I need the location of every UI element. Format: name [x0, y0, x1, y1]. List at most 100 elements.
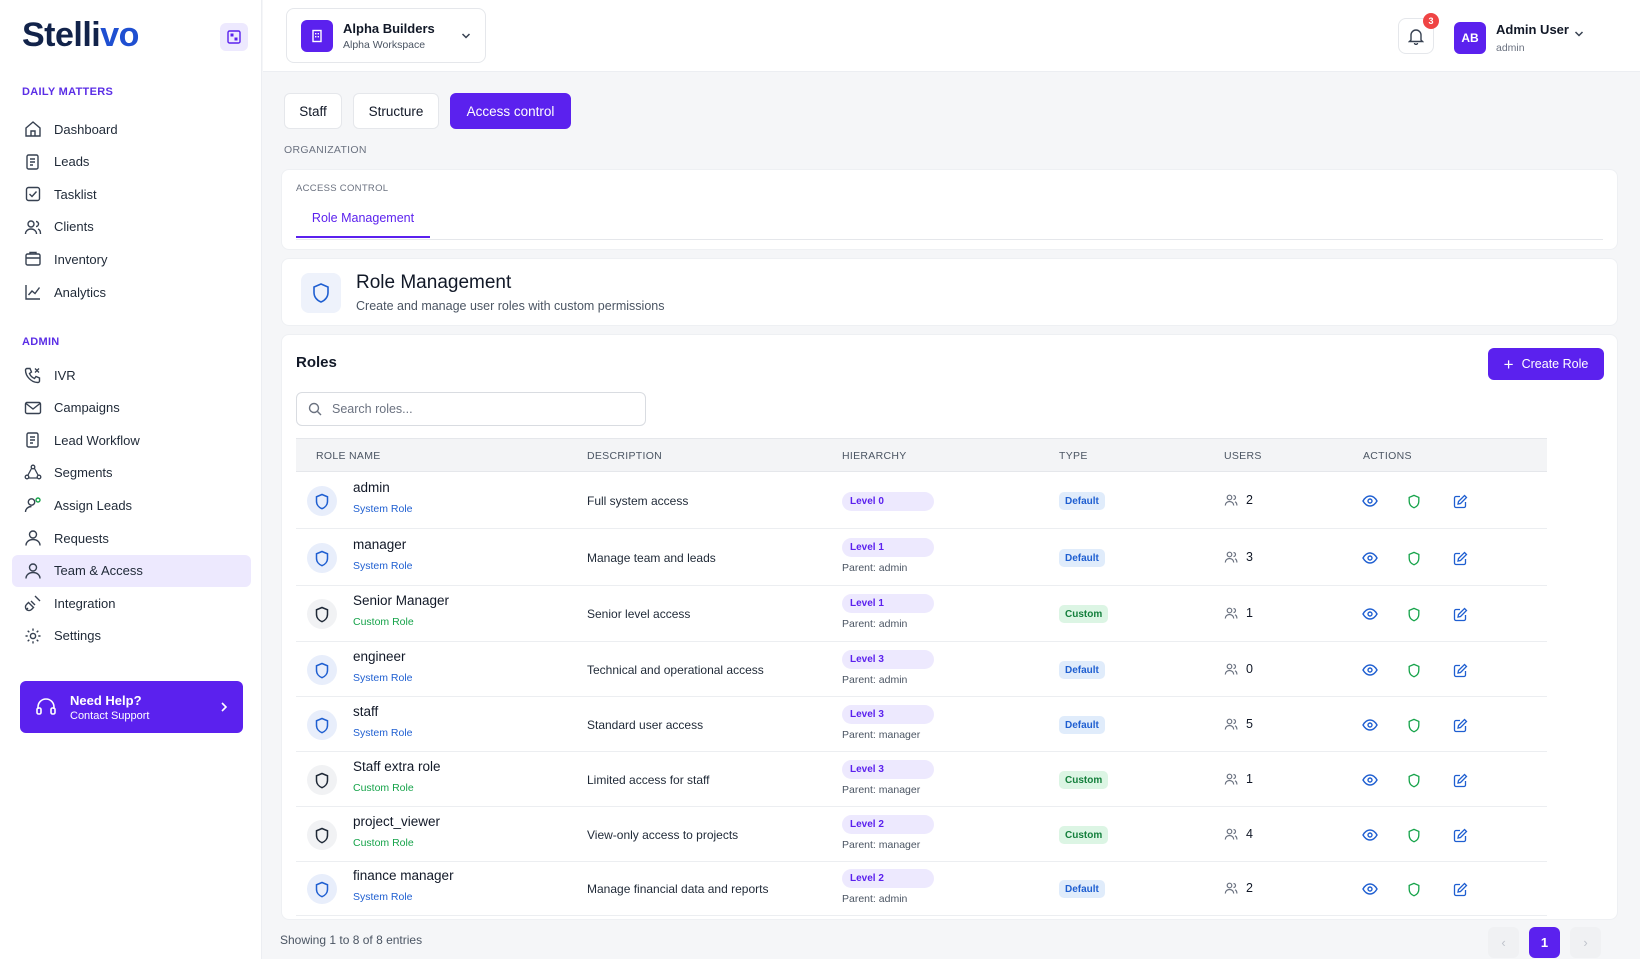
table-row: project_viewer Custom Role View-only acces…	[296, 807, 1547, 862]
edit-role-button[interactable]	[1451, 605, 1469, 623]
sidebar-item-ivr[interactable]: IVR	[12, 359, 251, 391]
user-count: 2	[1224, 881, 1253, 895]
shield-icon	[1408, 773, 1420, 788]
pagination-next-button[interactable]: ›	[1570, 927, 1601, 958]
sidebar-item-tasklist[interactable]: Tasklist	[12, 178, 251, 210]
role-kind: Custom Role	[353, 616, 414, 628]
edit-role-button[interactable]	[1451, 492, 1469, 510]
shield-icon	[307, 655, 337, 685]
permissions-button[interactable]	[1405, 661, 1423, 679]
role-name[interactable]: admin	[353, 480, 390, 495]
table-row: engineer System Role Technical and operati…	[296, 642, 1547, 697]
tab-access-control[interactable]: Access control	[450, 93, 571, 129]
view-role-button[interactable]	[1361, 605, 1379, 623]
sidebar-item-team-and-access[interactable]: Team & Access	[12, 554, 251, 587]
tab-structure[interactable]: Structure	[353, 93, 439, 129]
view-role-button[interactable]	[1361, 492, 1379, 510]
chart-line-icon	[24, 283, 42, 301]
sidebar-item-analytics[interactable]: Analytics	[12, 276, 251, 308]
pagination-page-1[interactable]: 1	[1529, 927, 1560, 958]
sidebar-item-label: Assign Leads	[54, 497, 133, 513]
view-role-button[interactable]	[1361, 771, 1379, 789]
view-role-button[interactable]	[1361, 880, 1379, 898]
role-kind: System Role	[353, 503, 413, 515]
role-management-header: Role Management Create and manage user r…	[281, 258, 1618, 326]
sidebar-item-inventory[interactable]: Inventory	[12, 243, 251, 275]
edit-role-button[interactable]	[1451, 661, 1469, 679]
brand-logo[interactable]: Stellivo	[22, 16, 139, 55]
permissions-button[interactable]	[1405, 605, 1423, 623]
role-name[interactable]: project_viewer	[353, 814, 440, 829]
sidebar-item-campaigns[interactable]: Campaigns	[12, 392, 251, 424]
avatar[interactable]: AB	[1454, 22, 1486, 54]
sidebar-collapse-button[interactable]	[220, 23, 248, 51]
user-count: 0	[1224, 662, 1253, 676]
view-role-button[interactable]	[1361, 661, 1379, 679]
eye-icon	[1362, 552, 1378, 564]
sidebar-item-segments[interactable]: Segments	[12, 457, 251, 489]
edit-role-button[interactable]	[1451, 771, 1469, 789]
permissions-button[interactable]	[1405, 716, 1423, 734]
search-input[interactable]	[332, 402, 622, 416]
sidebar-item-requests[interactable]: Requests	[12, 522, 251, 554]
edit-icon	[1453, 882, 1467, 896]
permissions-button[interactable]	[1405, 549, 1423, 567]
permissions-button[interactable]	[1405, 492, 1423, 510]
sidebar-item-leads[interactable]: Leads	[12, 146, 251, 178]
create-role-button[interactable]: + Create Role	[1488, 348, 1604, 380]
permissions-button[interactable]	[1405, 880, 1423, 898]
sidebar-item-clients[interactable]: Clients	[12, 211, 251, 243]
eye-icon	[1362, 664, 1378, 676]
role-name[interactable]: engineer	[353, 649, 406, 664]
edit-role-button[interactable]	[1451, 549, 1469, 567]
role-type-badge: Default	[1059, 880, 1105, 898]
edit-role-button[interactable]	[1451, 826, 1469, 844]
edit-role-button[interactable]	[1451, 716, 1469, 734]
view-role-button[interactable]	[1361, 549, 1379, 567]
role-name[interactable]: manager	[353, 537, 406, 552]
role-name[interactable]: finance manager	[353, 868, 454, 883]
subtab-role-management[interactable]: Role Management	[296, 200, 430, 238]
pagination-prev-button[interactable]: ‹	[1488, 927, 1519, 958]
role-type-badge: Custom	[1059, 771, 1109, 789]
table-row: Staff extra role Custom Role Limited acces…	[296, 752, 1547, 807]
phone-icon	[24, 366, 42, 384]
role-kind: System Role	[353, 672, 413, 684]
hierarchy-parent: Parent: admin	[842, 893, 908, 905]
user-name[interactable]: Admin User	[1496, 22, 1569, 37]
sidebar-item-settings[interactable]: Settings	[12, 620, 251, 652]
help-card[interactable]: Need Help? Contact Support	[20, 681, 243, 733]
col-description: DESCRIPTION	[587, 450, 663, 462]
table-row: admin System Role Full system access Level …	[296, 472, 1547, 529]
sidebar-item-assign-leads[interactable]: Assign Leads	[12, 489, 251, 521]
chevron-down-icon[interactable]	[1574, 30, 1584, 38]
breadcrumb: ORGANIZATION	[284, 144, 367, 156]
plug-icon	[24, 594, 42, 612]
search-box[interactable]	[296, 392, 646, 426]
view-role-button[interactable]	[1361, 826, 1379, 844]
col-role-name: ROLE NAME	[316, 450, 381, 462]
user-count: 3	[1224, 550, 1253, 564]
segments-icon	[24, 464, 42, 482]
permissions-button[interactable]	[1405, 771, 1423, 789]
role-name[interactable]: staff	[353, 704, 378, 719]
permissions-button[interactable]	[1405, 826, 1423, 844]
role-name[interactable]: Staff extra role	[353, 759, 441, 774]
users-icon	[1224, 828, 1238, 840]
col-actions: ACTIONS	[1363, 450, 1412, 462]
edit-role-button[interactable]	[1451, 880, 1469, 898]
chevron-down-icon	[461, 32, 471, 39]
table-row: Senior Manager Custom Role Senior level ac…	[296, 586, 1547, 642]
workspace-selector[interactable]: Alpha Builders Alpha Workspace	[286, 8, 486, 63]
role-name[interactable]: Senior Manager	[353, 593, 449, 608]
role-description: Manage team and leads	[587, 551, 716, 565]
sidebar-item-dashboard[interactable]: Dashboard	[12, 113, 251, 145]
tab-staff[interactable]: Staff	[284, 93, 342, 129]
sidebar-item-label: Clients	[54, 219, 94, 235]
sidebar-item-integration[interactable]: Integration	[12, 587, 251, 619]
sidebar: Stellivo DAILY MATTERS Dashboard Leads Tas…	[0, 0, 262, 959]
view-role-button[interactable]	[1361, 716, 1379, 734]
shield-icon	[1408, 828, 1420, 843]
role-kind: System Role	[353, 560, 413, 572]
sidebar-item-lead-workflow[interactable]: Lead Workflow	[12, 424, 251, 456]
